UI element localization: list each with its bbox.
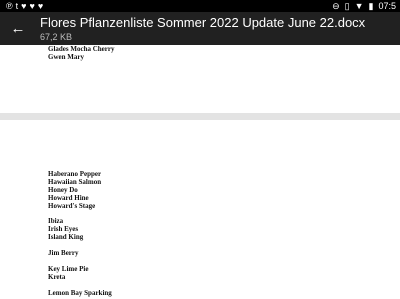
arrow-left-icon: ← (10, 19, 26, 37)
mute-icon: ⊖ (332, 1, 340, 11)
status-bar: ℗t♥♥♥ ⊖ ▯ ▼ ▮ 07:5 (0, 0, 400, 12)
plant-entry: Hawaiian Salmon (48, 178, 102, 186)
document-page: Glades Mocha Cherry Gwen Mary (0, 45, 400, 113)
notification-icons: ℗t♥♥♥ (6, 0, 46, 12)
twitter-icon: ♥ (37, 1, 47, 11)
plant-entry: Howard's Stage (48, 202, 96, 210)
plant-entry: Glades Mocha Cherry (48, 45, 115, 53)
vibrate-icon: ▯ (344, 1, 350, 11)
plant-entry: Kreta (48, 273, 66, 281)
plant-entry: Key Lime Pie (48, 265, 89, 273)
plant-entry: Gwen Mary (48, 53, 84, 61)
plant-entry: Island King (48, 233, 84, 241)
plant-entry: Jim Berry (48, 249, 79, 257)
clock: 07:5 (378, 1, 396, 11)
document-page: Haberano Pepper Hawaiian Salmon Honey Do… (0, 120, 400, 299)
twitter-icon: ♥ (29, 1, 38, 11)
plant-entry: Haberano Pepper (48, 170, 102, 178)
plant-entry: Irish Eyes (48, 225, 79, 233)
twitter-icon: ♥ (21, 1, 30, 11)
plant-entry: Ibiza (48, 217, 64, 225)
battery-icon: ▮ (368, 1, 374, 11)
app-bar: ← Flores Pflanzenliste Sommer 2022 Updat… (0, 12, 400, 45)
back-button[interactable]: ← (7, 17, 29, 39)
file-size: 67,2 KB (40, 32, 73, 42)
document-title: Flores Pflanzenliste Sommer 2022 Update … (40, 15, 366, 30)
wifi-icon: ▼ (354, 1, 364, 11)
plant-entry: Howard Hine (48, 194, 89, 202)
plant-entry: Honey Do (48, 186, 78, 194)
pinterest-icon: ℗ (6, 1, 16, 11)
plant-entry: Lemon Bay Sparking (48, 289, 112, 297)
